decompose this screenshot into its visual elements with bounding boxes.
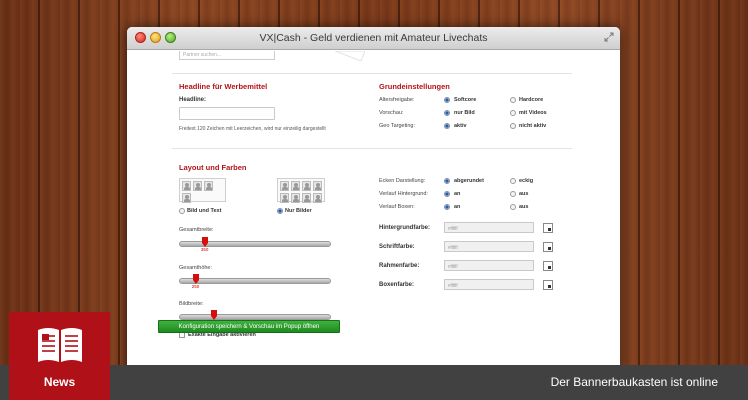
partner-search-input[interactable]: Partner suchen... [179, 51, 275, 60]
news-bar: Der Bannerbaukasten ist online [0, 365, 748, 400]
radio-eckig[interactable] [510, 178, 516, 184]
gesamtbreite-label: Gesamtbreite: [179, 227, 214, 233]
title-bar: VX|Cash - Geld verdienen mit Amateur Liv… [127, 27, 620, 50]
preview-image-text[interactable] [179, 178, 226, 203]
vorschau-label: Vorschau: [379, 110, 404, 116]
rahmenfarbe-label: Rahmenfarbe: [379, 263, 420, 269]
avatar-icon [182, 181, 191, 191]
bildbreite-label: Bildbreite: [179, 301, 204, 307]
radio-nur-bild-label: nur Bild [454, 110, 475, 116]
layout-heading: Layout und Farben [179, 163, 247, 172]
radio-softcore[interactable] [444, 97, 450, 103]
gesamtbreite-slider-handle[interactable] [201, 237, 208, 247]
grundeinstellungen-heading: Grundeinstellungen [379, 82, 450, 91]
rahmenfarbe-input[interactable]: #ffffff [444, 260, 534, 271]
headline-hint: Freitext 120 Zeichen mit Leerzeichen, wi… [179, 126, 326, 132]
hintergrundfarbe-input[interactable]: #ffffff [444, 222, 534, 233]
gesamthoehe-slider-handle[interactable] [192, 274, 199, 284]
radio-verlauf-hintergrund-aus[interactable] [510, 191, 516, 197]
radio-mit-videos[interactable] [510, 110, 516, 116]
avatar-icon [280, 181, 289, 191]
avatar-icon [302, 193, 311, 203]
ecken-label: Ecken Darstellung: [379, 178, 426, 184]
radio-verlauf-boxen-an-label: an [454, 204, 461, 210]
avatar-icon [313, 193, 322, 203]
altersfreigabe-label: Altersfreigabe: [379, 97, 415, 103]
radio-verlauf-boxen-aus[interactable] [510, 204, 516, 210]
save-preview-button[interactable]: Konfiguration speichern & Vorschau im Po… [158, 320, 340, 333]
radio-verlauf-hintergrund-an-label: an [454, 191, 461, 197]
fullscreen-icon[interactable] [604, 32, 614, 42]
gesamthoehe-label: Gesamthöhe: [179, 265, 213, 271]
radio-geo-aktiv-label: aktiv [454, 123, 467, 129]
radio-nur-bilder-label: Nur Bilder [285, 208, 312, 214]
radio-abgerundet[interactable] [444, 178, 450, 184]
avatar-icon [291, 193, 300, 203]
werbemittel-heading: Headline für Werbemittel [179, 82, 268, 91]
radio-bild-und-text-label: Bild und Text [187, 208, 222, 214]
avatar-icon [204, 181, 213, 191]
avatar-icon [280, 193, 289, 203]
boxenfarbe-input[interactable]: #ffffff [444, 279, 534, 290]
schriftfarbe-input[interactable]: #ffffff [444, 241, 534, 252]
news-caption: Der Bannerbaukasten ist online [550, 375, 718, 389]
headline-label: Headline: [179, 97, 207, 103]
radio-eckig-label: eckig [519, 178, 534, 184]
radio-geo-nicht-aktiv[interactable] [510, 123, 516, 129]
preview-images-only[interactable] [277, 178, 325, 203]
avatar-icon [313, 181, 322, 191]
radio-mit-videos-label: mit Videos [519, 110, 547, 116]
news-badge-label: News [43, 375, 76, 389]
gesamtbreite-value: 350 [200, 247, 209, 252]
radio-abgerundet-label: abgerundet [454, 178, 484, 184]
verlauf-boxen-label: Verlauf Boxen: [379, 204, 415, 210]
verlauf-hintergrund-label: Verlauf Hintergrund: [379, 191, 428, 197]
window-title: VX|Cash - Geld verdienen mit Amateur Liv… [259, 32, 488, 44]
radio-verlauf-boxen-an[interactable] [444, 204, 450, 210]
avatar-icon [302, 181, 311, 191]
radio-hardcore-label: Hardcore [519, 97, 544, 103]
color-picker-icon[interactable] [543, 261, 553, 271]
divider [172, 148, 572, 149]
radio-hardcore[interactable] [510, 97, 516, 103]
schriftfarbe-label: Schriftfarbe: [379, 244, 415, 250]
radio-softcore-label: Softcore [454, 97, 477, 103]
gesamthoehe-slider[interactable] [179, 278, 331, 284]
boxenfarbe-label: Boxenfarbe: [379, 282, 415, 288]
radio-nur-bilder[interactable] [277, 208, 283, 214]
news-badge[interactable]: News [9, 312, 110, 400]
avatar-icon [193, 181, 202, 191]
avatar-icon [182, 193, 191, 203]
headline-input[interactable] [179, 107, 275, 120]
color-picker-icon[interactable] [543, 223, 553, 233]
radio-geo-aktiv[interactable] [444, 123, 450, 129]
radio-nur-bild[interactable] [444, 110, 450, 116]
avatar-icon [291, 181, 300, 191]
color-picker-icon[interactable] [543, 242, 553, 252]
open-book-icon [38, 328, 82, 362]
radio-bild-und-text[interactable] [179, 208, 185, 214]
bildbreite-slider-handle[interactable] [210, 310, 217, 320]
radio-verlauf-hintergrund-an[interactable] [444, 191, 450, 197]
speech-bubble-tail-icon [335, 51, 365, 62]
color-picker-icon[interactable] [543, 280, 553, 290]
radio-geo-nicht-aktiv-label: nicht aktiv [519, 123, 547, 129]
geo-targeting-label: Geo Targeting: [379, 123, 415, 129]
radio-verlauf-hintergrund-aus-label: aus [519, 191, 529, 197]
hintergrundfarbe-label: Hintergrundfarbe: [379, 225, 430, 231]
radio-verlauf-boxen-aus-label: aus [519, 204, 529, 210]
gesamthoehe-value: 250 [191, 284, 200, 289]
divider [172, 73, 572, 74]
